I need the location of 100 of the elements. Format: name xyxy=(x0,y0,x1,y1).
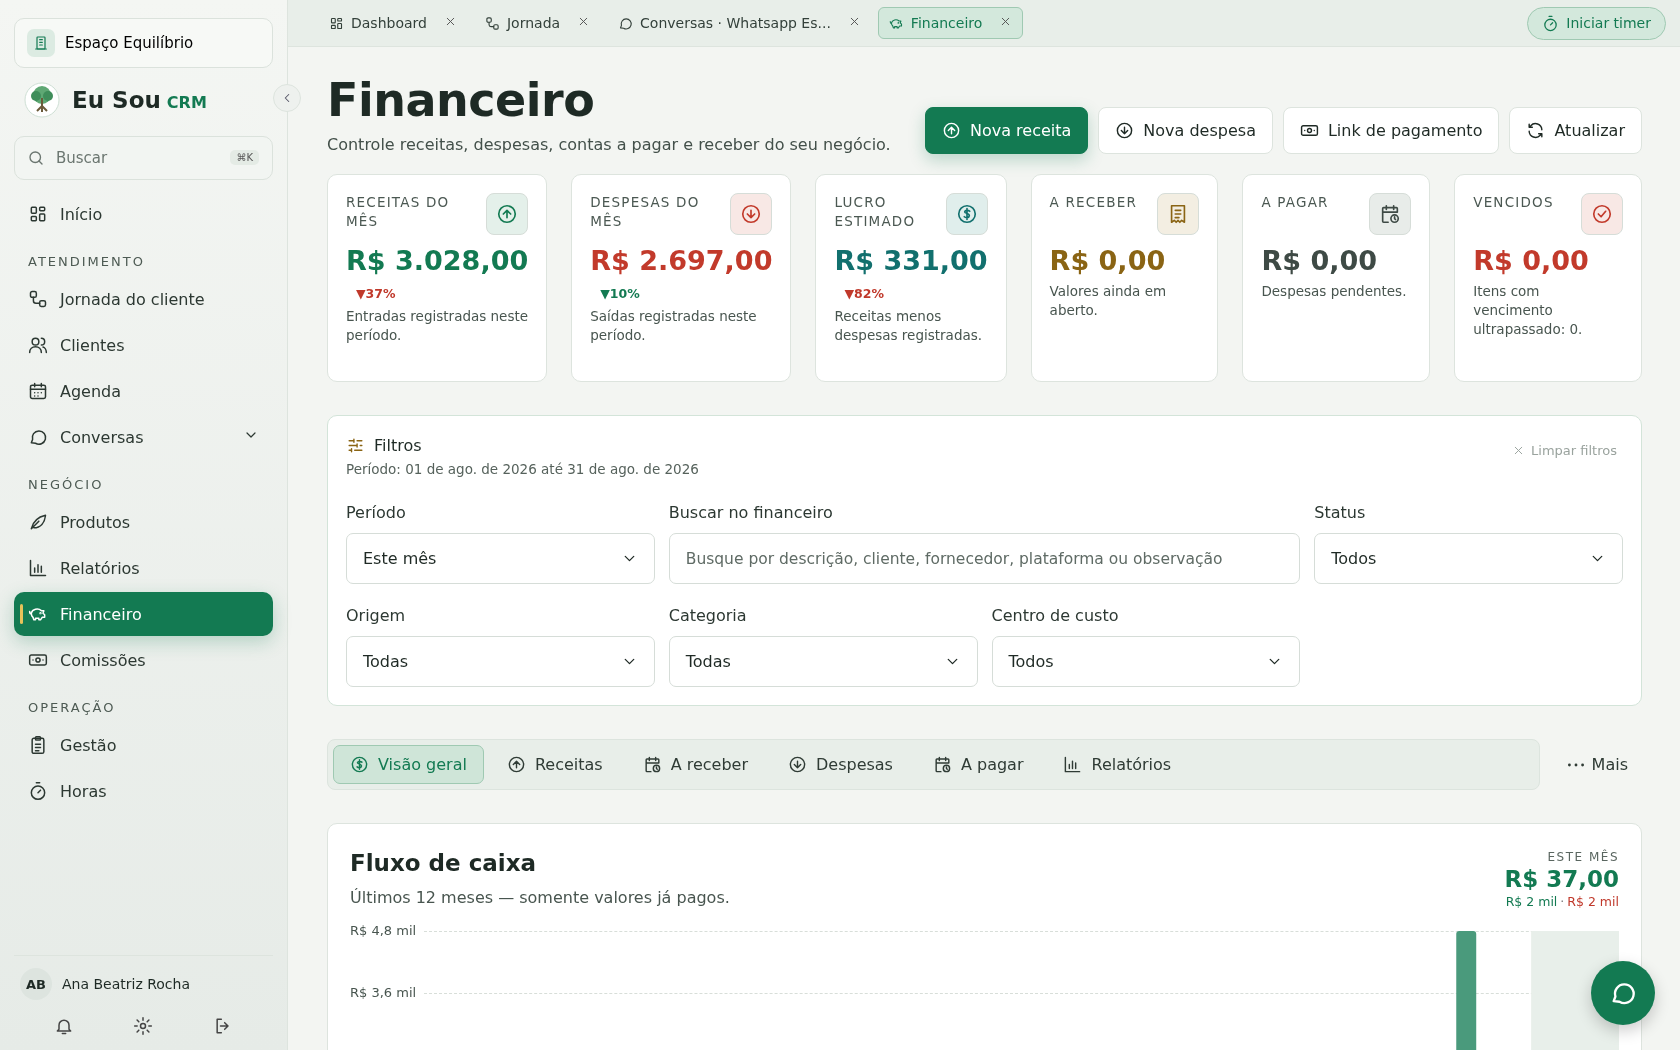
action-button[interactable]: Nova despesa xyxy=(1098,107,1273,154)
nav-item[interactable]: Jornada do cliente xyxy=(14,277,273,321)
section-tab[interactable]: A receber xyxy=(625,745,765,784)
brand-suffix: CRM xyxy=(166,93,207,112)
page-tab[interactable]: Jornada xyxy=(473,7,602,39)
trend-indicator: ▼82% xyxy=(844,286,885,301)
separator: · xyxy=(1560,894,1565,909)
nav-item[interactable]: Gestão xyxy=(14,723,273,767)
page-tab[interactable]: Financeiro xyxy=(877,7,1024,39)
section-heading: NEGÓCIO xyxy=(27,476,105,494)
search-icon xyxy=(27,149,45,167)
stat-label: A RECEBER xyxy=(1049,193,1137,212)
nav-item[interactable]: Comissões xyxy=(14,638,273,682)
nav-item[interactable]: Início xyxy=(14,192,273,236)
summary-value: R$ 37,00 xyxy=(1504,866,1619,892)
calendar-icon xyxy=(28,381,48,401)
chat-bubble-icon xyxy=(28,427,48,447)
arrow-up-circle-icon xyxy=(496,203,519,225)
page-tab[interactable]: Dashboard xyxy=(318,7,468,39)
workspace-selector[interactable]: Espaço Equilíbrio xyxy=(14,18,273,68)
arrow-down-circle-icon xyxy=(787,755,807,774)
section-tab[interactable]: A pagar xyxy=(915,745,1041,784)
calendar-clock-icon xyxy=(642,755,662,774)
income-total: R$ 2 mil xyxy=(1505,894,1558,909)
bar-chart-icon xyxy=(1063,755,1083,774)
stat-description: Saídas registradas neste período. xyxy=(590,307,758,345)
section-tab[interactable]: Relatórios xyxy=(1046,745,1189,784)
stat-description: Despesas pendentes. xyxy=(1261,282,1408,301)
building-icon xyxy=(33,35,49,51)
arrow-down-circle-icon xyxy=(740,203,763,225)
trend-indicator: ▼37% xyxy=(356,286,397,301)
tree-logo-icon xyxy=(24,82,60,118)
dropdown[interactable]: Todas xyxy=(346,636,655,687)
arrow-up-circle-icon xyxy=(506,755,526,774)
dollar-circle-icon xyxy=(955,203,978,225)
people-icon xyxy=(28,335,48,355)
action-button[interactable]: Atualizar xyxy=(1509,107,1642,154)
dollar-circle-icon xyxy=(350,755,369,774)
nav-item[interactable]: Clientes xyxy=(14,323,273,367)
filters-title: Filtros xyxy=(374,436,422,455)
period-summary: Período: 01 de ago. de 2026 até 31 de ago. de 2026 xyxy=(346,461,699,477)
action-button[interactable]: Link de pagamento xyxy=(1282,107,1500,154)
chart-title: Fluxo de caixa xyxy=(350,850,538,876)
section-tab[interactable]: Despesas xyxy=(770,745,910,784)
stat-label: DESPESAS DO MÊS xyxy=(590,193,701,231)
more-button[interactable]: Mais xyxy=(1553,747,1642,782)
field-label: Buscar no financeiro xyxy=(668,503,834,522)
stat-description: Receitas menos despesas registradas. xyxy=(834,307,984,345)
action-button[interactable]: Nova receita xyxy=(925,107,1089,154)
stat-label: A PAGAR xyxy=(1261,193,1329,212)
expense-total: R$ 2 mil xyxy=(1567,894,1619,909)
stat-description: Itens com vencimento ultrapassado: 0. xyxy=(1473,282,1584,339)
nav-item[interactable]: Financeiro xyxy=(14,592,273,636)
check-circle-icon xyxy=(1591,203,1613,225)
page-subtitle: Controle receitas, despesas, contas a pagar e receber do seu negócio. xyxy=(327,135,891,154)
nodes-icon xyxy=(484,15,500,31)
section-heading: OPERAÇÃO xyxy=(27,699,117,717)
grid-icon xyxy=(329,15,344,31)
trend-indicator: ▼10% xyxy=(600,286,641,301)
dropdown[interactable]: Este mês xyxy=(346,533,655,584)
nav-item[interactable]: Conversas xyxy=(14,415,273,459)
field-label: Status xyxy=(1314,503,1367,522)
more-icon xyxy=(1567,762,1584,767)
stat-value: R$ 0,00 xyxy=(1473,245,1590,276)
search-field[interactable]: Busque por descrição, cliente, fornecedor, plataforma ou observação xyxy=(668,533,1301,584)
user-name: Ana Beatriz Rocha xyxy=(62,976,191,992)
sliders-icon xyxy=(346,436,365,455)
nav-item[interactable]: Relatórios xyxy=(14,546,273,590)
chat-bubble-icon xyxy=(618,15,634,31)
summary-label: ESTE MÊS xyxy=(1547,850,1619,864)
grid-icon xyxy=(28,204,48,224)
stat-value: R$ 331,00 xyxy=(834,245,988,276)
stat-value: R$ 2.697,00 xyxy=(590,245,773,276)
calendar-clock-icon xyxy=(1379,203,1402,225)
page-title: Financeiro xyxy=(327,73,596,127)
refresh-icon xyxy=(1526,121,1546,140)
field-label: Período xyxy=(346,503,407,522)
nav-item[interactable]: Produtos xyxy=(14,500,273,544)
chart-subtitle: Últimos 12 meses — somente valores já pagos. xyxy=(350,888,730,907)
stat-value: R$ 0,00 xyxy=(1049,245,1167,276)
page-tab[interactable]: Conversas · Whatsapp Es... xyxy=(607,7,872,39)
dropdown[interactable]: Todos xyxy=(991,636,1301,687)
clipboard-icon xyxy=(28,735,48,755)
calendar-clock-icon xyxy=(932,755,952,774)
dropdown[interactable]: Todos xyxy=(1314,533,1623,584)
section-tab[interactable]: Receitas xyxy=(489,745,620,784)
field-label: Categoria xyxy=(668,606,748,625)
field-label: Origem xyxy=(346,606,407,625)
start-timer-button[interactable]: Iniciar timer xyxy=(1527,6,1666,40)
arrow-up-circle-icon xyxy=(942,121,961,140)
field-label: Centro de custo xyxy=(991,606,1120,625)
user-avatar: AB xyxy=(20,968,52,1000)
nav-item[interactable]: Horas xyxy=(14,769,273,813)
stat-label: RECEITAS DO MÊS xyxy=(346,193,451,231)
stat-description: Valores ainda em aberto. xyxy=(1049,282,1168,320)
section-tab[interactable]: Visão geral xyxy=(333,745,484,784)
brand-name: Eu Sou xyxy=(72,87,161,113)
dropdown[interactable]: Todas xyxy=(668,636,978,687)
nav-item[interactable]: Agenda xyxy=(14,369,273,413)
bar-chart-icon xyxy=(28,558,48,578)
